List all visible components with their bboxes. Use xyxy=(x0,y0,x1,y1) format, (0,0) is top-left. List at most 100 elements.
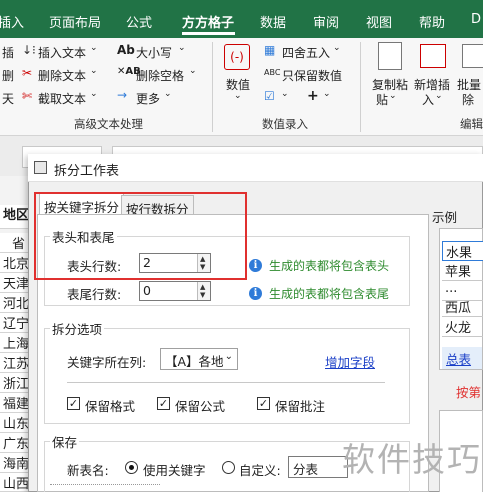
insert-text-icon: ↓⁝ xyxy=(22,43,36,57)
add-button[interactable]: + xyxy=(307,88,319,104)
custom-name-input[interactable]: 分表 xyxy=(288,456,348,478)
copy-paste-icon xyxy=(378,42,402,70)
sample-row: 水果 xyxy=(442,241,483,261)
chevron-down-icon: ⌄ xyxy=(178,43,186,53)
sample-row: 西瓜 xyxy=(442,297,483,317)
info-icon: i xyxy=(249,287,262,300)
round-button[interactable]: 四舍五入 xyxy=(282,44,330,61)
spin-down-icon[interactable]: ▼ xyxy=(200,291,205,299)
key-column-select[interactable]: 【A】各地 ⌄ xyxy=(160,348,238,370)
sheet-cell[interactable]: 河北 xyxy=(0,293,28,313)
sample-preview: 水果 苹果 ... 西瓜 火龙 总表 xyxy=(439,228,483,370)
sheet-cell[interactable]: 福建 xyxy=(0,393,28,413)
sheet-cell[interactable]: 山西 xyxy=(0,473,28,492)
case-button[interactable]: 大小写 xyxy=(136,44,172,61)
dialog-titlebar: 拆分工作表 xyxy=(28,154,483,182)
key-column-label: 关键字所在列: xyxy=(67,355,147,370)
add-field-link[interactable]: 增加字段 xyxy=(325,352,375,371)
cut-off-row xyxy=(50,484,160,486)
footer-rows-value[interactable]: 0 xyxy=(143,283,151,298)
case-icon: Ab xyxy=(117,43,135,57)
tab-help[interactable]: 帮助 xyxy=(419,12,445,31)
spin-up-icon[interactable]: ▲ xyxy=(200,283,205,291)
group-separator xyxy=(360,42,361,132)
delete-text-button[interactable]: 删除文本 xyxy=(38,67,86,84)
chevron-down-icon: ⌄ xyxy=(333,43,341,53)
tab-page-layout[interactable]: 页面布局 xyxy=(49,12,101,31)
keep-format-checkbox[interactable]: ✓ xyxy=(67,397,80,410)
arrow-right-icon: → xyxy=(117,88,128,102)
ribbon-left-item-2[interactable]: 删 xyxy=(2,67,14,84)
round-icon: ▦ xyxy=(264,43,276,57)
ribbon-left-item-3[interactable]: 天 xyxy=(2,90,14,107)
tab-insert[interactable]: 插入 xyxy=(0,12,24,31)
more-button[interactable]: 更多 xyxy=(136,90,160,107)
chevron-down-icon: ⌄ xyxy=(90,89,98,99)
sample-total-link[interactable]: 总表 xyxy=(446,349,471,368)
extract-text-button[interactable]: 截取文本 xyxy=(38,90,86,107)
insert-text-button[interactable]: 插入文本 xyxy=(38,44,86,61)
header-hint: 生成的表都将包含表头 xyxy=(269,259,390,273)
group-label-text: 高级文本处理 xyxy=(74,117,143,131)
value-icon: (-) xyxy=(224,44,250,70)
dialog-title: 拆分工作表 xyxy=(54,164,120,179)
group-separator xyxy=(212,42,213,132)
sheet-cell[interactable]: 广东 xyxy=(0,433,28,453)
sample-row: 火龙 xyxy=(442,317,483,337)
split-options-group-label: 拆分选项 xyxy=(50,319,105,338)
sheet-cell[interactable]: 江苏 xyxy=(0,353,28,373)
remove-space-button[interactable]: 删除空格 xyxy=(136,67,184,84)
footer-hint: 生成的表都将包含表尾 xyxy=(269,287,390,301)
sheet-cell[interactable]: 辽宁 xyxy=(0,313,28,333)
batch-button-line2: 除 xyxy=(462,93,475,107)
tab-view[interactable]: 视图 xyxy=(366,12,392,31)
sheet-cell[interactable]: 上海 xyxy=(0,333,28,353)
footer-rows-label: 表尾行数: xyxy=(67,287,122,302)
keep-formula-checkbox[interactable]: ✓ xyxy=(157,397,170,410)
ribbon-left-item-1[interactable]: 插 xyxy=(2,44,14,61)
sheet-cell[interactable]: 天津 xyxy=(0,273,28,293)
chevron-down-icon: ⌄ xyxy=(435,91,443,101)
new-name-label: 新表名: xyxy=(67,463,109,478)
chevron-down-icon: ⌄ xyxy=(224,351,233,362)
footer-rows-spinner[interactable]: 0 ▲ ▼ xyxy=(139,281,211,301)
sheet-cell[interactable]: 北京 xyxy=(0,253,28,273)
info-icon: i xyxy=(249,259,262,272)
chevron-down-icon: ⌄ xyxy=(389,91,397,101)
sample-red-text: 按第 xyxy=(456,385,482,400)
chevron-down-icon: ⌄ xyxy=(281,89,289,99)
sample-label: 示例 xyxy=(432,210,458,225)
ribbon-body: 插 删 天 ↓⁝ 插入文本 ⌄ ✂ 删除文本 ⌄ ✄ 截取文本 ⌄ Ab 大小写… xyxy=(0,38,483,136)
key-column-value: 【A】各地 xyxy=(165,354,224,369)
extract-text-icon: ✄ xyxy=(22,89,33,103)
chevron-down-icon: ⌄ xyxy=(164,89,172,99)
group-label-edit: 编辑 xyxy=(460,117,483,131)
tab-formulas[interactable]: 公式 xyxy=(126,12,152,31)
sheet-cell[interactable]: 山东 xyxy=(0,413,28,433)
tab-more[interactable]: D xyxy=(471,12,481,27)
custom-name-radio[interactable] xyxy=(222,461,235,474)
keep-formula-label[interactable]: 保留公式 xyxy=(175,396,225,415)
sheet-cell[interactable]: 海南 xyxy=(0,453,28,473)
keep-numbers-button[interactable]: 只保留数值 xyxy=(282,67,342,84)
sample-row: 苹果 xyxy=(442,261,483,281)
keep-comment-label[interactable]: 保留批注 xyxy=(275,396,325,415)
spinner-buttons[interactable]: ▲ ▼ xyxy=(197,282,210,300)
custom-name-value[interactable]: 分表 xyxy=(293,462,318,477)
custom-name-label[interactable]: 自定义: xyxy=(239,460,281,479)
chevron-down-icon: ⌄ xyxy=(323,89,331,99)
tab-data[interactable]: 数据 xyxy=(260,12,286,31)
keep-comment-checkbox[interactable]: ✓ xyxy=(257,397,270,410)
sheet-header[interactable]: 地区 xyxy=(0,205,28,229)
chevron-down-icon: ⌄ xyxy=(90,43,98,53)
keep-format-label[interactable]: 保留格式 xyxy=(85,396,135,415)
tab-review[interactable]: 审阅 xyxy=(313,12,339,31)
use-keyword-label[interactable]: 使用关键字 xyxy=(143,460,206,479)
tab-fangfang[interactable]: 方方格子 xyxy=(182,12,234,31)
use-keyword-radio[interactable] xyxy=(125,461,138,474)
sheet-subheader[interactable]: 省 xyxy=(0,233,28,253)
insert-button-line2: 入 xyxy=(422,93,435,107)
sheet-cell[interactable]: 浙江 xyxy=(0,373,28,393)
separator-line xyxy=(67,382,385,383)
batch-delete-icon xyxy=(462,44,483,68)
